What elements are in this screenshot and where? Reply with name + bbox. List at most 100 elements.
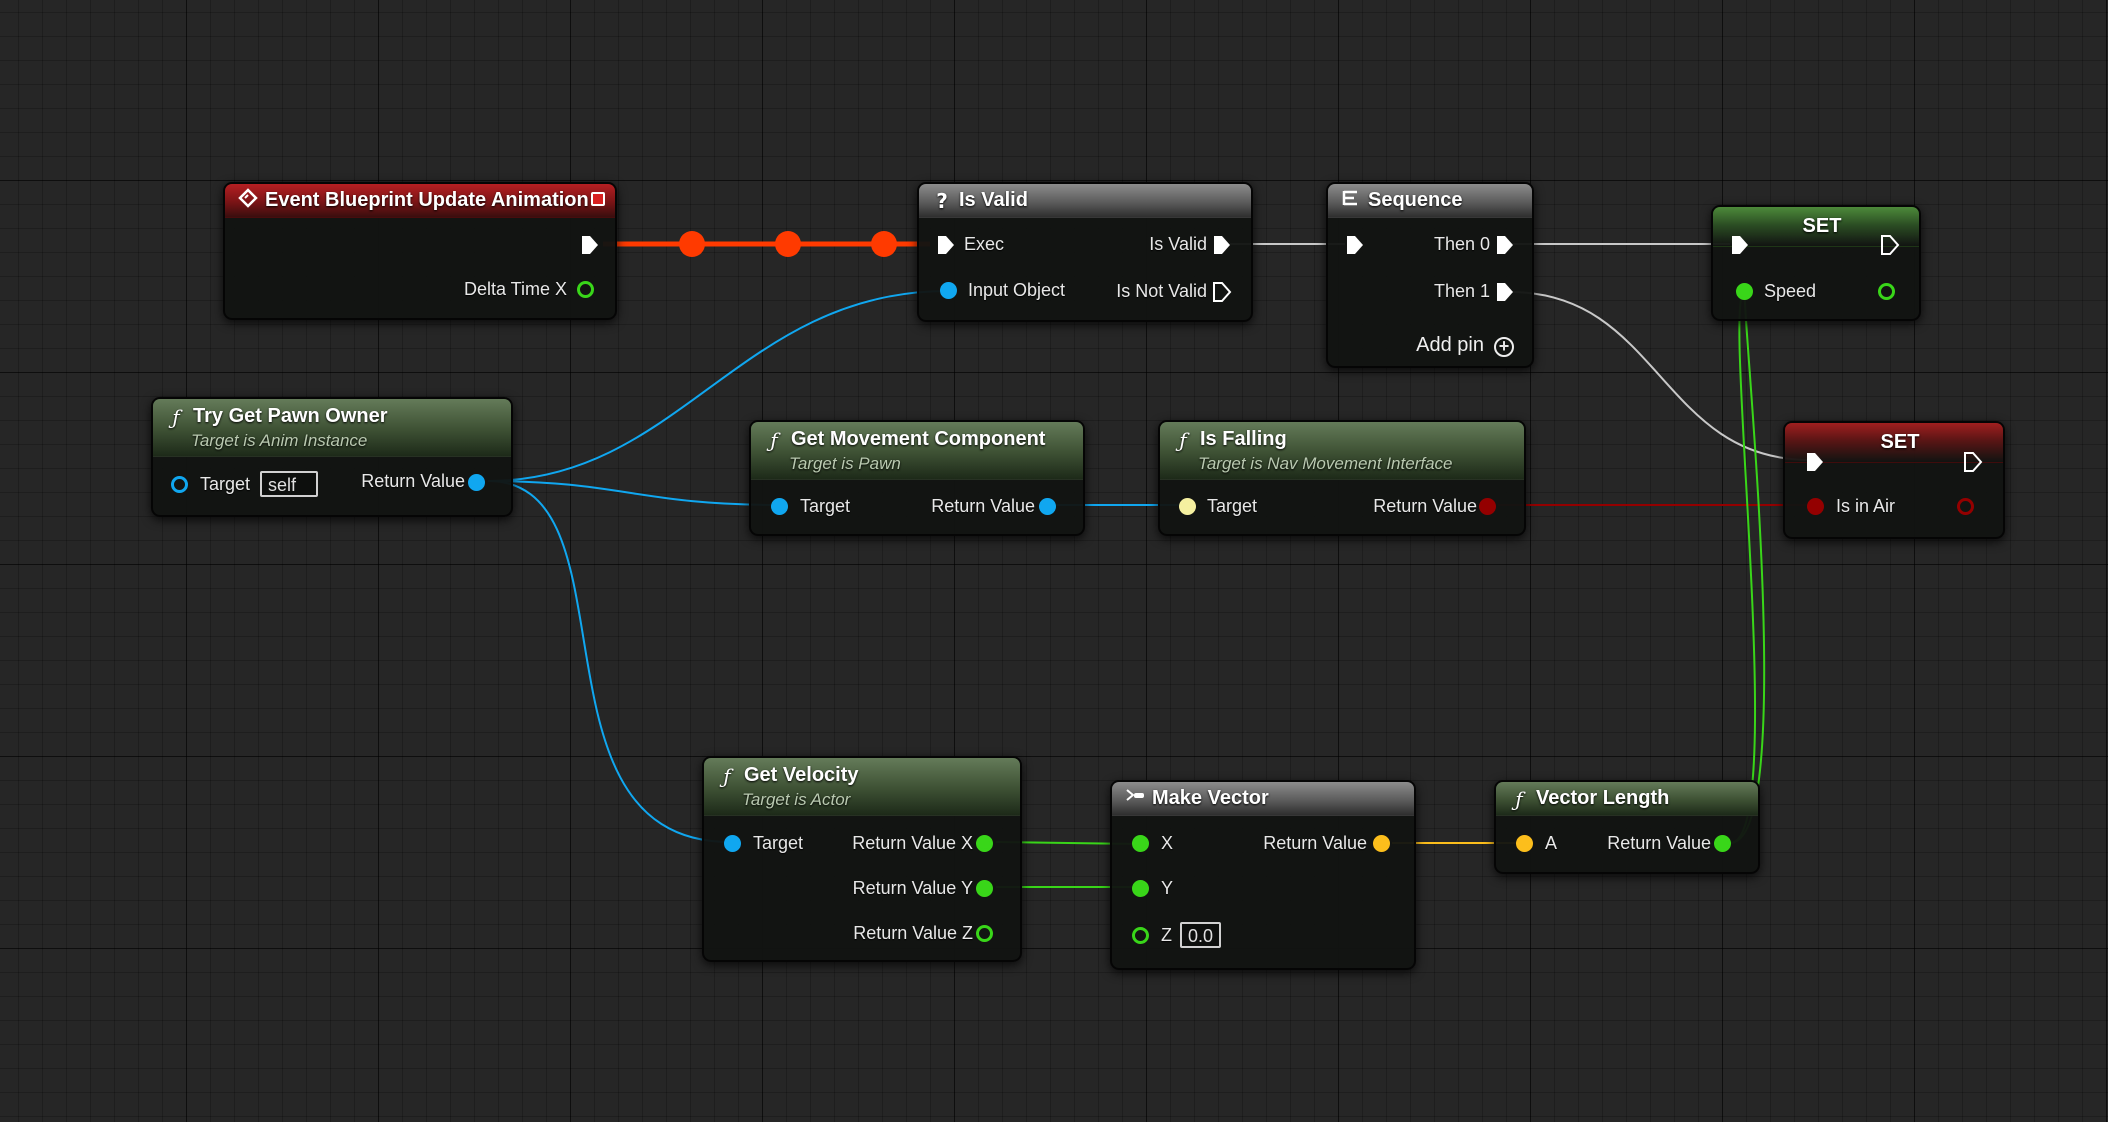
exec-out-is-not-valid-pin[interactable] bbox=[1212, 281, 1232, 302]
node-header: ƒ Is Falling Target is Nav Movement Inte… bbox=[1160, 422, 1524, 480]
is-in-air-in-pin[interactable] bbox=[1807, 498, 1824, 515]
node-get-velocity[interactable]: ƒ Get Velocity Target is Actor Target Re… bbox=[702, 756, 1022, 962]
pin-label-return-value-y: Return Value Y bbox=[852, 878, 973, 898]
return-value-pin[interactable] bbox=[1039, 498, 1056, 515]
exec-in-pin[interactable] bbox=[1805, 451, 1823, 471]
target-pin[interactable] bbox=[771, 498, 788, 515]
exec-in-pin[interactable] bbox=[936, 234, 954, 254]
stop-icon bbox=[591, 192, 605, 206]
wire-length-to-speed-curve bbox=[1729, 290, 1757, 844]
wire-exec-flow-bead bbox=[775, 231, 801, 257]
node-title: SET bbox=[1880, 431, 1920, 453]
pin-label-target: Target bbox=[1207, 496, 1258, 516]
node-title: Vector Length bbox=[1536, 787, 1670, 809]
pin-label-is-in-air: Is in Air bbox=[1836, 496, 1896, 516]
return-value-pin[interactable] bbox=[1714, 835, 1731, 852]
node-title: Is Valid bbox=[959, 189, 1028, 211]
delta-time-pin[interactable] bbox=[577, 281, 594, 298]
node-set-is-in-air[interactable]: SET Is in Air bbox=[1783, 421, 2005, 539]
exec-out-pin[interactable] bbox=[580, 234, 598, 254]
node-header: ƒ Get Velocity Target is Actor bbox=[704, 758, 1020, 816]
pin-label-speed: Speed bbox=[1764, 281, 1817, 301]
node-is-valid[interactable]: ? Is Valid Exec Is Valid Input Object Is… bbox=[917, 182, 1253, 322]
pin-label-return-value: Return Value bbox=[1607, 833, 1711, 853]
node-header: ƒ Try Get Pawn Owner Target is Anim Inst… bbox=[153, 399, 511, 457]
node-header: Event Blueprint Update Animation bbox=[225, 184, 615, 218]
exec-out-then1-pin[interactable] bbox=[1495, 281, 1513, 301]
node-title: Make Vector bbox=[1152, 787, 1269, 809]
pin-label-return-value-z: Return Value Z bbox=[853, 923, 973, 943]
function-f-icon: ƒ bbox=[723, 763, 731, 788]
node-make-vector[interactable]: Make Vector X Return Value Y Z 0.0 bbox=[1110, 780, 1416, 970]
return-value-x-pin[interactable] bbox=[976, 835, 993, 852]
pin-label-exec: Exec bbox=[964, 234, 1005, 254]
wire-pawn-to-getvelocity bbox=[487, 480, 731, 843]
plus-circle-icon[interactable]: + bbox=[1494, 337, 1514, 357]
z-pin[interactable] bbox=[1132, 927, 1149, 944]
pin-label-a: A bbox=[1545, 833, 1558, 853]
speed-out-pin[interactable] bbox=[1878, 283, 1895, 300]
pin-label-return-value: Return Value bbox=[1373, 496, 1477, 516]
node-set-speed[interactable]: SET Speed bbox=[1711, 205, 1921, 321]
pin-label-return-value: Return Value bbox=[361, 471, 465, 491]
exec-in-pin[interactable] bbox=[1345, 234, 1363, 254]
return-value-pin[interactable] bbox=[1373, 835, 1390, 852]
node-is-falling[interactable]: ƒ Is Falling Target is Nav Movement Inte… bbox=[1158, 420, 1526, 536]
target-pin[interactable] bbox=[1179, 498, 1196, 515]
node-subtitle: Target is Actor bbox=[742, 789, 851, 809]
node-sequence[interactable]: Sequence Then 0 Then 1 Add pin + bbox=[1326, 182, 1534, 368]
pin-label-target: Target bbox=[800, 496, 851, 516]
pin-label-return-value: Return Value bbox=[1263, 833, 1367, 853]
node-title: Is Falling bbox=[1200, 428, 1287, 450]
wire-layer bbox=[487, 231, 1811, 888]
exec-out-then0-pin[interactable] bbox=[1495, 234, 1513, 254]
sequence-icon bbox=[1340, 188, 1362, 213]
wire-exec-flow-bead bbox=[871, 231, 897, 257]
node-header: ? Is Valid bbox=[919, 184, 1251, 218]
node-vector-length[interactable]: ƒ Vector Length A Return Value bbox=[1494, 780, 1760, 874]
speed-in-pin[interactable] bbox=[1736, 283, 1753, 300]
pin-label-then1: Then 1 bbox=[1433, 281, 1490, 301]
return-value-y-pin[interactable] bbox=[976, 880, 993, 897]
node-title: Try Get Pawn Owner bbox=[193, 405, 388, 427]
target-default-field[interactable]: self bbox=[260, 471, 318, 497]
target-pin[interactable] bbox=[724, 835, 741, 852]
wire-exec-flow-bead bbox=[679, 231, 705, 257]
pin-label-target: Target bbox=[200, 474, 251, 494]
event-diamond-icon bbox=[237, 188, 259, 213]
is-in-air-out-pin[interactable] bbox=[1957, 498, 1974, 515]
add-pin-button[interactable]: Add pin bbox=[1416, 334, 1484, 357]
pin-label-return-value-x: Return Value X bbox=[852, 833, 973, 853]
node-title: Event Blueprint Update Animation bbox=[265, 189, 589, 211]
return-value-pin[interactable] bbox=[468, 474, 485, 491]
target-pin[interactable] bbox=[171, 476, 188, 493]
x-pin[interactable] bbox=[1132, 835, 1149, 852]
node-header: ƒ Get Movement Component Target is Pawn bbox=[751, 422, 1083, 480]
return-value-pin[interactable] bbox=[1479, 498, 1496, 515]
pin-label-target: Target bbox=[753, 833, 804, 853]
pin-label-input-object: Input Object bbox=[968, 280, 1066, 300]
node-try-get-pawn-owner[interactable]: ƒ Try Get Pawn Owner Target is Anim Inst… bbox=[151, 397, 513, 517]
z-default-field[interactable]: 0.0 bbox=[1180, 922, 1222, 948]
exec-in-pin[interactable] bbox=[1730, 234, 1748, 254]
node-header: ƒ Vector Length bbox=[1496, 782, 1758, 816]
pin-label-is-valid: Is Valid bbox=[1149, 234, 1207, 254]
pin-label-z: Z bbox=[1161, 925, 1172, 945]
node-event-blueprint-update-animation[interactable]: Event Blueprint Update Animation Delta T… bbox=[223, 182, 617, 320]
node-title: SET bbox=[1802, 215, 1842, 237]
node-title: Sequence bbox=[1368, 189, 1463, 211]
function-f-icon: ƒ bbox=[770, 427, 778, 452]
exec-out-pin[interactable] bbox=[1880, 234, 1900, 255]
make-struct-icon bbox=[1124, 786, 1146, 811]
a-pin[interactable] bbox=[1516, 835, 1533, 852]
node-get-movement-component[interactable]: ƒ Get Movement Component Target is Pawn … bbox=[749, 420, 1085, 536]
pin-label-then0: Then 0 bbox=[1433, 234, 1490, 254]
y-pin[interactable] bbox=[1132, 880, 1149, 897]
input-object-pin[interactable] bbox=[940, 282, 957, 299]
exec-out-is-valid-pin[interactable] bbox=[1212, 234, 1230, 254]
exec-out-pin[interactable] bbox=[1963, 451, 1983, 472]
pin-label-x: X bbox=[1161, 833, 1174, 853]
return-value-z-pin[interactable] bbox=[976, 925, 993, 942]
function-f-icon: ƒ bbox=[1515, 786, 1523, 811]
pin-label-return-value: Return Value bbox=[931, 496, 1035, 516]
